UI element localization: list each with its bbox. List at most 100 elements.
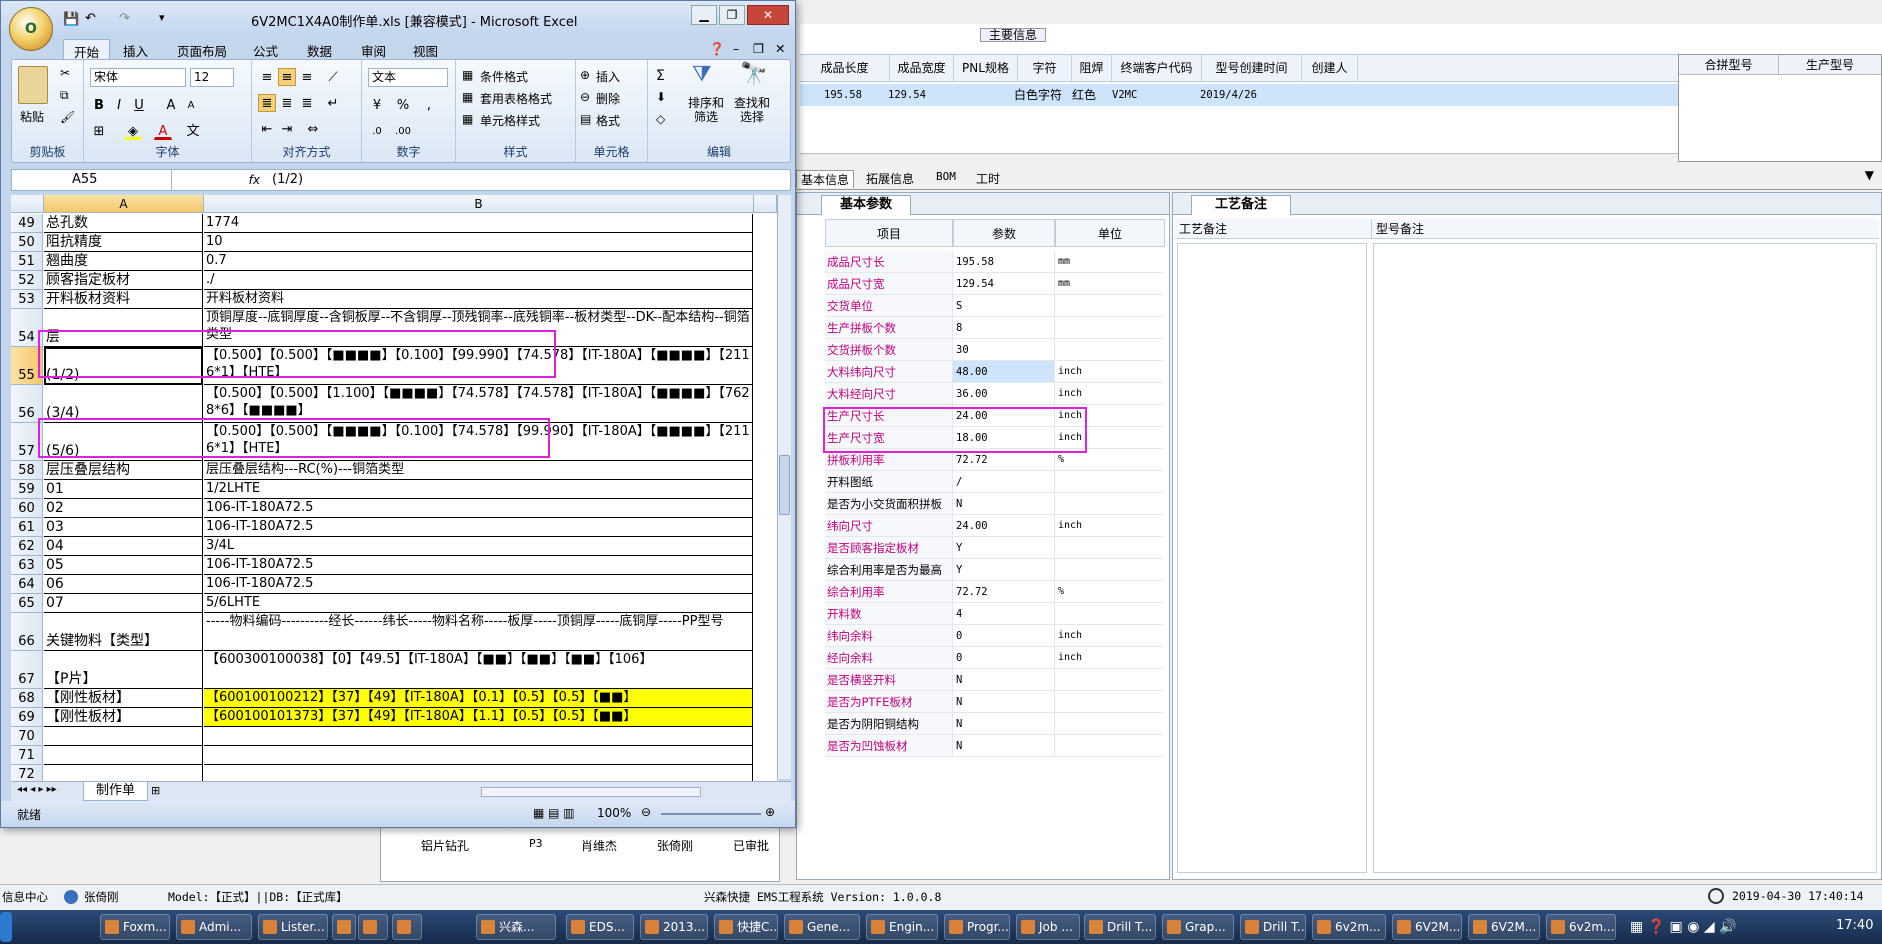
cell-b[interactable]: 5/6LHTE [204, 594, 753, 613]
row-header[interactable]: 69 [11, 708, 43, 727]
orientation-icon[interactable]: ⟋ [324, 68, 342, 86]
italic-icon[interactable]: I [110, 96, 128, 114]
cell-b[interactable] [204, 746, 753, 765]
tab-bom[interactable]: BOM [936, 170, 956, 183]
cell-a[interactable]: 04 [44, 537, 203, 556]
taskbar-item[interactable]: Admi... [176, 914, 252, 940]
zoom-in-icon[interactable]: ⊕ [765, 805, 775, 819]
formula-input[interactable]: (1/2) [272, 170, 303, 190]
param-row[interactable]: 成品尺寸长 195.58 mm [825, 251, 1165, 273]
currency-icon[interactable]: ¥ [368, 96, 386, 114]
param-value[interactable]: / [953, 471, 1055, 493]
param-row[interactable]: 是否为凹蚀板材 N [825, 735, 1165, 757]
sheet-nav-icon[interactable]: ◂◂ ◂ ▸ ▸▸ [17, 784, 57, 795]
cell-a[interactable]: 关键物料【类型】 [44, 613, 203, 651]
param-row[interactable]: 大料经向尺寸 36.00 inch [825, 383, 1165, 405]
row-header[interactable]: 67 [11, 651, 43, 689]
cell-b[interactable]: 106-IT-180A72.5 [204, 575, 753, 594]
cell-a[interactable]: 开料板材资料 [44, 290, 203, 309]
row-header[interactable]: 65 [11, 594, 43, 613]
param-value[interactable]: 0 [953, 625, 1055, 647]
cell-b[interactable]: 【600300100038】【0】【49.5】【IT-180A】【■■】【■■】… [204, 651, 753, 689]
cell-b[interactable]: 10 [204, 233, 753, 252]
cell-a[interactable] [44, 765, 203, 781]
percent-icon[interactable]: % [394, 96, 412, 114]
customize-qat-icon[interactable]: ▾ [159, 11, 165, 24]
param-row[interactable]: 交货单位 S [825, 295, 1165, 317]
ribbon-minimize-icon[interactable]: – [733, 41, 739, 56]
ribbon-close-icon[interactable]: ✕ [775, 41, 785, 56]
taskbar-item[interactable]: 6v2m... [1312, 914, 1386, 940]
taskbar-item[interactable]: Lister... [258, 914, 328, 940]
insert-sheet-icon[interactable]: ⊞ [151, 784, 160, 797]
cell-a[interactable]: 阻抗精度 [44, 233, 203, 252]
col-header-a[interactable]: A [44, 195, 204, 213]
tab-process-notes[interactable]: 工艺备注 [1191, 195, 1291, 215]
start-button[interactable] [0, 912, 12, 942]
format-painter-icon[interactable]: 🖌 [60, 110, 75, 124]
cell-b[interactable]: -----物料编码----------经长------纬长-----物料名称--… [204, 613, 753, 651]
row-header[interactable]: 64 [11, 575, 43, 594]
row-header[interactable]: 62 [11, 537, 43, 556]
format-as-table-button[interactable]: 套用表格格式 [480, 90, 552, 107]
decrease-decimal-icon[interactable]: .00 [394, 122, 412, 140]
merge-center-icon[interactable]: ⇔ [304, 120, 322, 138]
row-header[interactable]: 53 [11, 290, 43, 309]
view-normal-icon[interactable]: ▦ ▤ ▥ [533, 806, 575, 820]
cell-b[interactable]: ./ [204, 271, 753, 290]
row-header[interactable]: 58 [11, 461, 43, 480]
tab-review[interactable]: 审阅 [361, 41, 386, 60]
phonetic-icon[interactable]: 文 [184, 122, 202, 140]
paste-button[interactable]: 粘贴 [20, 108, 44, 125]
number-format-select[interactable]: 文本 [368, 68, 448, 87]
decrease-indent-icon[interactable]: ⇤ [258, 120, 276, 138]
cell-b[interactable]: 106-IT-180A72.5 [204, 556, 753, 575]
cell-b[interactable]: 106-IT-180A72.5 [204, 499, 753, 518]
taskbar-item[interactable]: Engin... [866, 914, 938, 940]
row-header[interactable]: 66 [11, 613, 43, 651]
cell-a[interactable]: 07 [44, 594, 203, 613]
param-row[interactable]: 交货拼板个数 30 [825, 339, 1165, 361]
taskbar-item[interactable]: Gene... [784, 914, 860, 940]
tab-work-hours[interactable]: 工时 [976, 170, 1000, 187]
cell-a[interactable]: 【刚性板材】 [44, 689, 203, 708]
param-row[interactable]: 是否顾客指定板材 Y [825, 537, 1165, 559]
row-header[interactable]: 72 [11, 765, 43, 781]
taskbar-item[interactable]: 6V2M... [1392, 914, 1462, 940]
info-center-link[interactable]: 信息中心 [2, 889, 48, 905]
tab-formulas[interactable]: 公式 [253, 41, 278, 60]
select-all-corner[interactable] [11, 195, 44, 213]
copy-icon[interactable]: ⧉ [60, 88, 69, 103]
param-value[interactable]: N [953, 713, 1055, 735]
taskbar-item[interactable] [332, 914, 356, 940]
fx-icon[interactable]: fx [180, 170, 260, 190]
row-header[interactable]: 59 [11, 480, 43, 499]
format-cells-button[interactable]: 格式 [596, 112, 620, 129]
param-value[interactable]: 24.00 [953, 515, 1055, 537]
cell-b[interactable]: 1774 [204, 214, 753, 233]
tab-basic-info[interactable]: 基本信息 [796, 170, 855, 188]
zoom-slider[interactable] [661, 813, 761, 815]
col-header-b[interactable]: B [204, 195, 754, 213]
tab-basic-params[interactable]: 基本参数 [821, 195, 911, 215]
sheet-tab-production-sheet[interactable]: 制作单 [83, 782, 149, 801]
taskbar-item[interactable]: Progr... [944, 914, 1010, 940]
param-value[interactable]: 4 [953, 603, 1055, 625]
cell-b[interactable]: 【600100101373】【37】【49】【IT-180A】【1.1】【0.5… [204, 708, 753, 727]
col-header[interactable]: 型号创建时间 [1202, 55, 1302, 81]
align-center-icon[interactable]: ≣ [278, 94, 296, 112]
conditional-format-button[interactable]: 条件格式 [480, 68, 528, 85]
cell-styles-button[interactable]: 单元格样式 [480, 112, 540, 129]
cell-a[interactable]: 翘曲度 [44, 252, 203, 271]
param-row[interactable]: 是否为小交货面积拼板 N [825, 493, 1165, 515]
taskbar-item[interactable]: Foxm... [100, 914, 170, 940]
param-value[interactable]: N [953, 735, 1055, 757]
row-header[interactable]: 49 [11, 214, 43, 233]
param-value[interactable]: Y [953, 537, 1055, 559]
main-info-data-row[interactable]: 195.58 129.54 白色字符 红色 V2MC 2019/4/26 [800, 84, 1680, 106]
col-header[interactable]: 成品宽度 [890, 55, 954, 81]
tab-insert[interactable]: 插入 [123, 41, 148, 60]
restore-button[interactable]: ❐ [719, 5, 745, 25]
param-value[interactable]: 48.00 [953, 361, 1055, 383]
taskbar-item[interactable]: 快捷C... [714, 914, 778, 940]
